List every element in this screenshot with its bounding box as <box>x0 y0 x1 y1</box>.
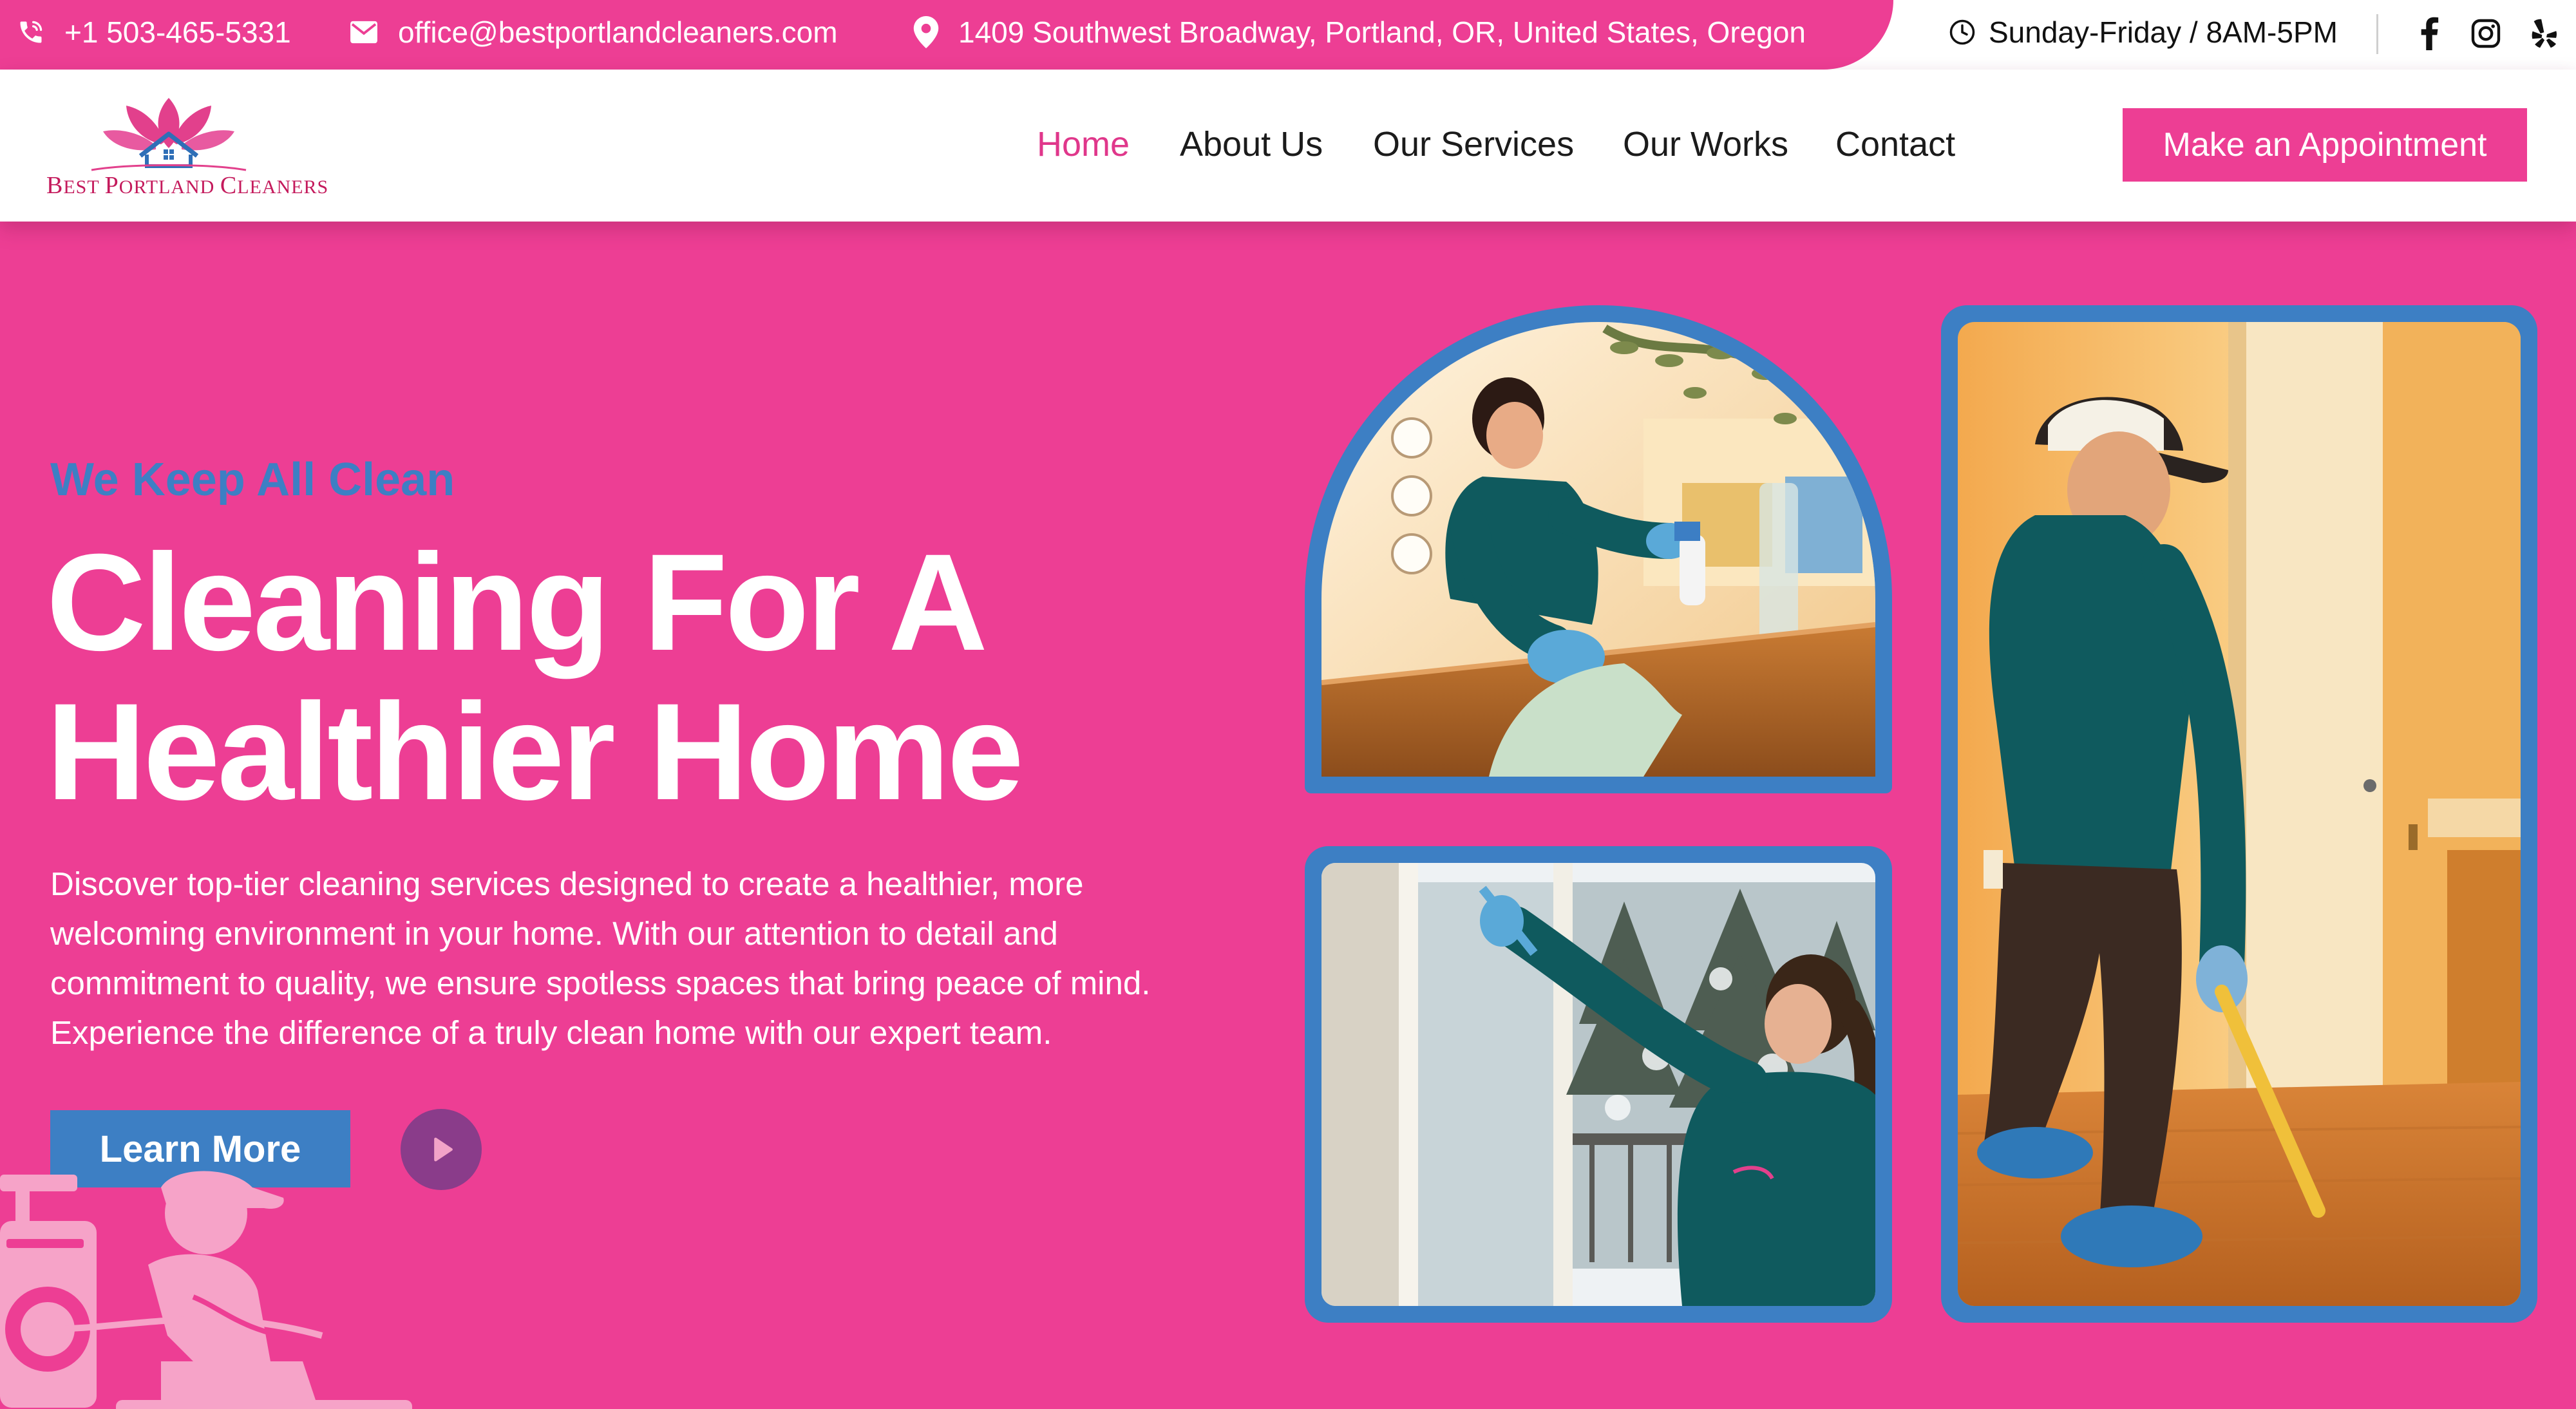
yelp-icon <box>2532 19 2557 48</box>
hero-headline-line-1: Cleaning For A <box>46 525 988 679</box>
logo-wordmark: BEST PORTLAND CLEANERS <box>46 172 329 199</box>
clock-icon <box>1949 19 1975 45</box>
phone-number: +1 503-465-5331 <box>64 15 291 49</box>
photo-frame-window <box>1305 846 1892 1323</box>
nav-item-our-works[interactable]: Our Works <box>1623 118 1788 170</box>
photo-frame-arch <box>1305 305 1892 793</box>
photo-frame-tall <box>1941 305 2537 1323</box>
hero-description-line-4: Experience the difference of a truly cle… <box>50 1014 1052 1051</box>
hero-description-line-3: commitment to quality, we ensure spotles… <box>50 965 1151 1001</box>
cleaner-washing-window-photo <box>1321 863 1875 1306</box>
cleaner-wiping-table-photo <box>1321 322 1875 777</box>
address-link[interactable]: 1409 Southwest Broadway, Portland, OR, U… <box>913 0 1806 64</box>
nav-item-home[interactable]: Home <box>1037 118 1130 170</box>
lotus-house-logo-icon <box>91 98 247 171</box>
cleaner-mascot-illustration <box>0 1171 412 1409</box>
phone-link[interactable]: +1 503-465-5331 <box>17 0 291 64</box>
hero-headline: Cleaning For A Healthier Home <box>46 528 1270 827</box>
hero-description-line-1: Discover top-tier cleaning services desi… <box>50 865 1084 902</box>
nav-item-our-services[interactable]: Our Services <box>1373 118 1574 170</box>
hero-eyebrow: We Keep All Clean <box>50 454 455 506</box>
hero-description: Discover top-tier cleaning services desi… <box>50 859 1300 1057</box>
hero-headline-line-2: Healthier Home <box>46 675 1024 829</box>
email-link[interactable]: office@bestportlandcleaners.com <box>349 0 838 64</box>
facebook-icon <box>2421 17 2439 50</box>
hours-text: Sunday-Friday / 8AM-5PM <box>1989 15 2338 49</box>
play-video-button[interactable] <box>401 1109 482 1190</box>
cleaner-dusting-baseboard-photo <box>1958 322 2521 1306</box>
site-logo[interactable]: BEST PORTLAND CLEANERS <box>46 89 329 211</box>
hero-description-line-2: welcoming environment in your home. With… <box>50 915 1058 952</box>
nav-item-about-us[interactable]: About Us <box>1180 118 1323 170</box>
phone-icon <box>20 21 43 43</box>
nav-item-contact[interactable]: Contact <box>1835 118 1955 170</box>
envelope-icon <box>350 21 377 44</box>
yelp-link[interactable] <box>2526 15 2562 52</box>
top-info-bar: +1 503-465-5331 office@bestportlandclean… <box>0 0 2576 70</box>
make-appointment-button[interactable]: Make an Appointment <box>2123 108 2527 182</box>
email-address: office@bestportlandcleaners.com <box>398 15 838 49</box>
map-pin-icon <box>913 16 939 48</box>
address-text: 1409 Southwest Broadway, Portland, OR, U… <box>958 15 1806 49</box>
top-bar-divider <box>2376 14 2378 54</box>
play-icon <box>434 1137 453 1162</box>
main-navigation-bar: BEST PORTLAND CLEANERS Home About Us Our… <box>0 70 2576 222</box>
instagram-link[interactable] <box>2468 15 2504 52</box>
facebook-link[interactable] <box>2411 15 2447 52</box>
instagram-icon <box>2471 19 2501 48</box>
hero-section: We Keep All Clean Cleaning For A Healthi… <box>0 222 2576 1409</box>
business-hours: Sunday-Friday / 8AM-5PM <box>1949 0 2338 64</box>
